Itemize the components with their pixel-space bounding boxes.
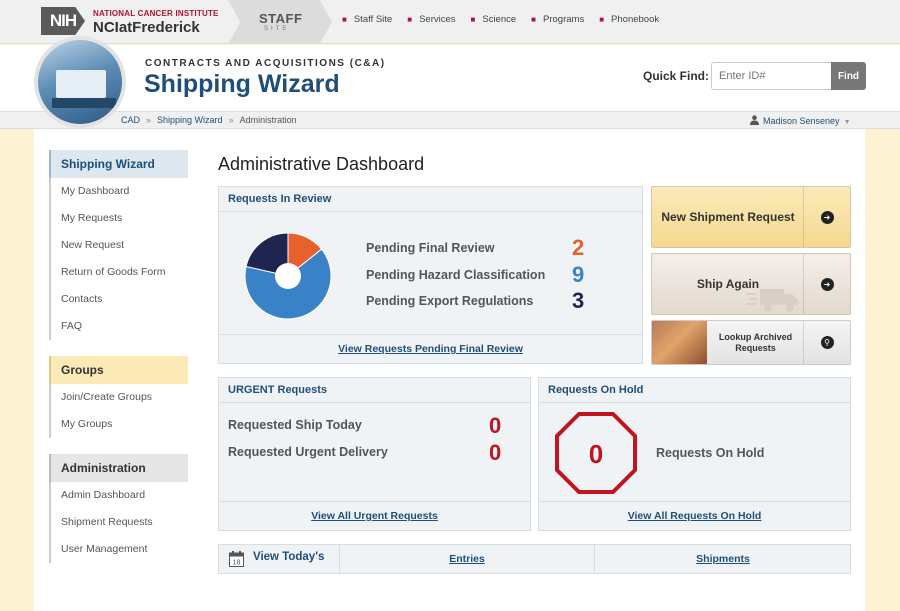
sidebar-heading-groups[interactable]: Groups — [49, 356, 188, 384]
requests-on-hold-count: 0 — [589, 439, 603, 469]
sidebar-heading-administration[interactable]: Administration — [49, 454, 188, 482]
pending-hazard-classification-count: 9 — [572, 262, 585, 287]
sidebar-item-my-requests[interactable]: My Requests — [49, 205, 188, 232]
urgent-requests-header: URGENT Requests — [219, 378, 530, 403]
staff-site-title: STAFF — [259, 11, 303, 26]
top-bar: NIH NATIONAL CANCER INSTITUTE NCIatFrede… — [0, 0, 900, 44]
user-menu[interactable]: Madison Senseney ▼ — [750, 115, 851, 126]
nih-logo[interactable]: NIH — [41, 7, 85, 35]
pie-center-hole — [275, 263, 301, 289]
breadcrumb-cad[interactable]: CAD — [121, 115, 140, 125]
breadcrumb-current: Administration — [239, 115, 297, 125]
lookup-archived-requests-label: Lookup Archived Requests — [718, 331, 793, 353]
sidebar-item-my-groups[interactable]: My Groups — [49, 411, 188, 438]
sidebar-item-shipment-requests[interactable]: Shipment Requests — [49, 509, 188, 536]
pending-final-review-label: Pending Final Review — [366, 241, 495, 255]
quick-find-label: Quick Find: — [643, 69, 709, 83]
sidebar-item-faq[interactable]: FAQ — [49, 313, 188, 340]
pending-export-regulations-count: 3 — [572, 288, 585, 313]
sidebar-group-administration: Administration Admin Dashboard Shipment … — [49, 454, 188, 563]
sidebar-item-new-request[interactable]: New Request — [49, 232, 188, 259]
sidebar: Shipping Wizard My Dashboard My Requests… — [49, 150, 188, 579]
chevron-down-icon: ▼ — [843, 119, 851, 126]
ship-again-label: Ship Again — [696, 277, 760, 291]
view-all-urgent-requests-link[interactable]: View All Urgent Requests — [219, 501, 530, 530]
dashboard-title: Administrative Dashboard — [218, 154, 425, 174]
ship-again-button[interactable]: Ship Again ➜ — [651, 253, 851, 315]
sidebar-group-shipping-wizard: Shipping Wizard My Dashboard My Requests… — [49, 150, 188, 340]
arrow-right-icon: ➜ — [820, 210, 834, 224]
breadcrumb-shipping-wizard[interactable]: Shipping Wizard — [157, 115, 223, 125]
requests-on-hold-panel: Requests On Hold 0 Requests On Hold View… — [538, 377, 851, 531]
requested-urgent-delivery-label: Requested Urgent Delivery — [228, 445, 388, 459]
requests-on-hold-label: Requests On Hold — [656, 446, 765, 460]
pending-final-review-count: 2 — [572, 235, 585, 260]
lookup-archived-requests-button[interactable]: Lookup Archived Requests ⚲ — [651, 320, 851, 365]
today-shipments-link[interactable]: Shipments — [595, 545, 851, 573]
pending-hazard-classification-label: Pending Hazard Classification — [366, 268, 546, 282]
sidebar-item-contacts[interactable]: Contacts — [49, 286, 188, 313]
shipping-photo-logo — [34, 36, 126, 128]
requested-ship-today-count: 0 — [489, 413, 502, 438]
sidebar-heading-shipping-wizard[interactable]: Shipping Wizard — [49, 150, 188, 178]
sidebar-item-admin-dashboard[interactable]: Admin Dashboard — [49, 482, 188, 509]
sidebar-item-user-management[interactable]: User Management — [49, 536, 188, 563]
page-title: Shipping Wizard — [144, 70, 340, 98]
sidebar-group-groups: Groups Join/Create Groups My Groups — [49, 356, 188, 438]
breadcrumb-bar: CAD» Shipping Wizard» Administration Madis… — [0, 111, 900, 129]
top-nav-programs[interactable]: ■ Programs — [531, 14, 584, 25]
view-today-bar: 18 View Today's Entries Shipments — [218, 544, 851, 574]
review-pie-chart — [244, 232, 332, 320]
pending-export-regulations-label: Pending Export Regulations — [366, 294, 534, 308]
archive-boxes-image — [652, 321, 707, 364]
top-nav: ■ Staff Site ■ Services ■ Science ■ Programs… — [342, 14, 659, 25]
sidebar-item-return-of-goods-form[interactable]: Return of Goods Form — [49, 259, 188, 286]
requests-in-review-header: Requests In Review — [219, 187, 642, 212]
quick-find-input[interactable] — [711, 62, 831, 90]
calendar-icon: 18 — [229, 551, 244, 567]
user-name: Madison Senseney — [763, 116, 840, 126]
today-entries-link[interactable]: Entries — [340, 545, 594, 573]
arrow-right-icon: ➜ — [820, 277, 834, 291]
breadcrumb: CAD» Shipping Wizard» Administration — [121, 115, 297, 125]
requests-in-review-panel: Requests In Review Pending Final Review … — [218, 186, 643, 364]
requested-ship-today-label: Requested Ship Today — [228, 418, 362, 432]
staff-site-subtitle: SITE — [264, 26, 290, 32]
nci-org-line1: NATIONAL CANCER INSTITUTE — [93, 9, 219, 18]
new-shipment-request-label: New Shipment Request — [661, 210, 795, 224]
stop-sign-icon: 0 — [555, 412, 637, 494]
user-icon — [750, 115, 759, 125]
top-nav-services[interactable]: ■ Services — [407, 14, 455, 25]
find-button[interactable]: Find — [831, 62, 866, 90]
requests-on-hold-header: Requests On Hold — [539, 378, 850, 403]
svg-text:18: 18 — [233, 560, 241, 567]
sidebar-item-join-create-groups[interactable]: Join/Create Groups — [49, 384, 188, 411]
requested-urgent-delivery-count: 0 — [489, 440, 502, 465]
view-pending-final-review-link[interactable]: View Requests Pending Final Review — [219, 334, 642, 363]
urgent-requests-panel: URGENT Requests Requested Ship Today 0 R… — [218, 377, 531, 531]
view-today-label: View Today's — [253, 551, 325, 563]
search-icon: ⚲ — [820, 336, 834, 349]
view-all-requests-on-hold-link[interactable]: View All Requests On Hold — [539, 501, 850, 530]
nci-org-line2[interactable]: NCIatFrederick — [93, 19, 200, 36]
header-subtitle: CONTRACTS AND ACQUISITIONS (C&A) — [145, 58, 386, 69]
new-shipment-request-button[interactable]: New Shipment Request ➜ — [651, 186, 851, 248]
sidebar-item-my-dashboard[interactable]: My Dashboard — [49, 178, 188, 205]
top-nav-science[interactable]: ■ Science — [471, 14, 517, 25]
top-nav-phonebook[interactable]: ■ Phonebook — [599, 14, 659, 25]
top-nav-staff-site[interactable]: ■ Staff Site — [342, 14, 392, 25]
